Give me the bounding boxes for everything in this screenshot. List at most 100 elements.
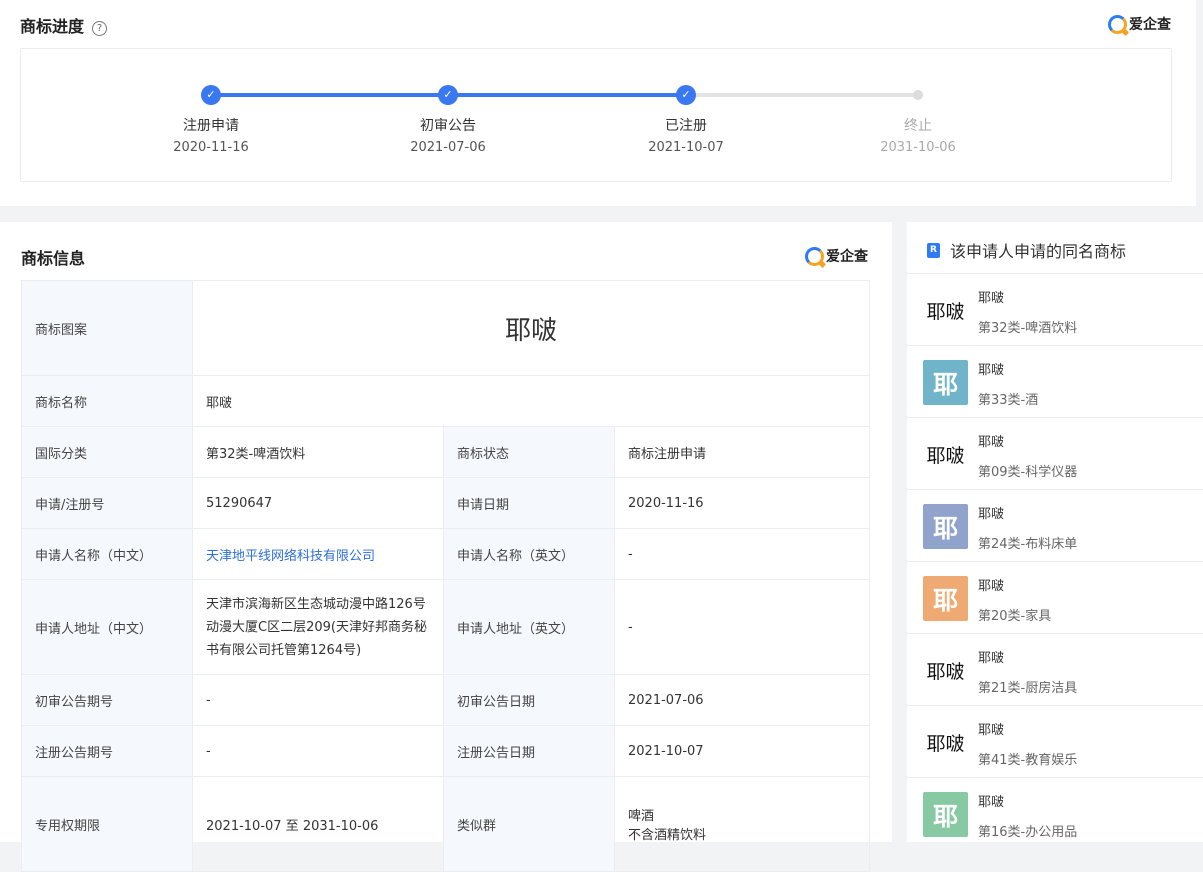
aiqicha-logo-info[interactable]: 爱企查 [805,246,868,266]
trademark-thumbnail: 耶 [923,576,968,621]
trademark-progress-panel: 商标进度? 爱企查 ✓ 注册申请 2020-11-16 ✓ 初审公告 2021-07-06… [0,0,1196,206]
side-title: R 该申请人申请的同名商标 [927,238,1126,262]
trademark-thumbnail: 耶啵 [923,432,968,477]
address-cn-label: 申请人地址（中文） [21,579,193,675]
prelim-date-value: 2021-07-06 [613,674,871,726]
timeline-node-2: ✓ [676,85,696,105]
timeline-line-pending [686,93,918,97]
timeline-step-label: 已注册 [665,118,707,134]
timeline-node-0: ✓ [201,85,221,105]
info-title: 商标信息 [21,249,86,268]
applicant-cn-label: 申请人名称（中文） [21,528,193,580]
timeline-step-label: 终止 [904,118,932,134]
timeline-node-3 [913,90,923,100]
prelim-no-label: 初审公告期号 [21,674,193,726]
similar-value-2: 不含酒精饮料 [628,828,707,843]
list-item[interactable]: 耶啵 耶啵 第41类-教育娱乐 [907,705,1203,777]
list-item[interactable]: 耶耶啵 第33类-酒 [907,345,1203,417]
table-row: 申请人名称（中文） 天津地平线网络科技有限公司 申请人名称（英文） - [21,528,871,580]
applicant-en-label: 申请人名称（英文） [443,528,615,580]
name-value: 耶啵 [191,375,871,427]
applicant-en-value: - [613,528,871,580]
timeline-step-label: 注册申请 [183,118,239,134]
regno-value: 51290647 [192,477,444,529]
same-name-trademark-list: 耶啵 耶啵 第32类-啤酒饮料耶耶啵 第33类-酒 耶啵 耶啵 第09类-科学仪器耶耶啵 第2… [907,273,1203,849]
status-label: 商标状态 [443,426,615,478]
aiqicha-brand-text: 爱企查 [1129,17,1171,33]
aiqicha-logo[interactable]: 爱企查 [1108,14,1171,34]
progress-timeline: ✓ 注册申请 2020-11-16 ✓ 初审公告 2021-07-06 ✓ 已注册 2021-1… [20,48,1172,182]
term-label: 专用权期限 [21,776,193,872]
reg-no-label: 注册公告期号 [21,725,193,777]
side-title-text: 该申请人申请的同名商标 [950,242,1127,261]
table-row: 专用权期限 2021-10-07 至 2031-10-06 类似群 啤酒 不含酒… [21,776,871,872]
regno-label: 申请/注册号 [21,477,193,529]
status-value: 商标注册申请 [613,426,871,478]
trademark-name: 耶啵 [978,291,1005,306]
trademark-name: 耶啵 [978,507,1005,522]
table-row: 商标名称 耶啵 [21,375,871,427]
applicant-cn-cell: 天津地平线网络科技有限公司 [192,528,444,580]
trademark-class: 第20类-家具 [978,609,1052,624]
trademark-class: 第24类-布料床单 [978,537,1078,552]
trademark-class: 第32类-啤酒饮料 [978,321,1078,336]
timeline-step-date: 2031-10-06 [880,140,956,155]
registered-icon: R [927,242,940,258]
trademark-name: 耶啵 [978,795,1005,810]
address-en-value: - [613,579,871,675]
appdate-value: 2020-11-16 [613,477,871,529]
trademark-thumbnail: 耶啵 [923,288,968,333]
timeline-step-date: 2020-11-16 [173,140,249,155]
class-label: 国际分类 [21,426,193,478]
trademark-class: 第41类-教育娱乐 [978,753,1078,768]
table-row: 初审公告期号 - 初审公告日期 2021-07-06 [21,674,871,726]
aiqicha-brand-text: 爱企查 [826,249,868,265]
appdate-label: 申请日期 [443,477,615,529]
aiqicha-q-icon [1108,14,1127,34]
trademark-name: 耶啵 [978,723,1005,738]
prelim-no-value: - [192,674,444,726]
trademark-thumbnail: 耶 [923,504,968,549]
list-item[interactable]: 耶耶啵第20类-家具 [907,561,1203,633]
trademark-class: 第09类-科学仪器 [978,465,1078,480]
similar-value-1: 啤酒 [628,809,655,824]
progress-title-text: 商标进度 [20,17,85,36]
reg-no-value: - [192,725,444,777]
table-row: 申请人地址（中文） 天津市滨海新区生态城动漫中路126号动漫大厦C区二层209(… [21,579,871,675]
list-item[interactable]: 耶耶啵第16类-办公用品 [907,777,1203,849]
table-row: 申请/注册号 51290647 申请日期 2020-11-16 [21,477,871,529]
similar-label: 类似群 [443,776,615,872]
trademark-thumbnail: 耶 [923,792,968,837]
timeline-step-label: 初审公告 [420,118,476,134]
same-name-trademarks-panel: R 该申请人申请的同名商标 耶啵 耶啵 第32类-啤酒饮料耶耶啵 第33类-酒 耶啵 耶啵… [907,222,1203,842]
trademark-image: 耶啵 [191,280,871,376]
trademark-class: 第16类-办公用品 [978,825,1078,840]
help-icon[interactable]: ? [92,21,108,36]
list-item[interactable]: 耶啵 耶啵 第09类-科学仪器 [907,417,1203,489]
class-value: 第32类-啤酒饮料 [192,426,444,478]
timeline-node-1: ✓ [438,85,458,105]
progress-title: 商标进度? [20,13,108,37]
trademark-class: 第33类-酒 [978,393,1039,408]
address-cn-value: 天津市滨海新区生态城动漫中路126号动漫大厦C区二层209(天津好邦商务秘书有限… [192,579,444,675]
trademark-class: 第21类-厨房洁具 [978,681,1078,696]
table-row: 国际分类 第32类-啤酒饮料 商标状态 商标注册申请 [21,426,871,478]
applicant-company-link[interactable]: 天津地平线网络科技有限公司 [206,549,375,564]
address-en-label: 申请人地址（英文） [443,579,615,675]
list-item[interactable]: 耶啵 耶啵 第21类-厨房洁具 [907,633,1203,705]
trademark-name: 耶啵 [978,435,1005,450]
prelim-date-label: 初审公告日期 [443,674,615,726]
reg-date-value: 2021-10-07 [613,725,871,777]
list-item[interactable]: 耶啵 耶啵 第32类-啤酒饮料 [907,273,1203,345]
trademark-thumbnail: 耶 [923,360,968,405]
trademark-info-table: 商标图案 耶啵 商标名称 耶啵 国际分类 第32类-啤酒饮料 商标状态 商标注册… [21,280,871,872]
reg-date-label: 注册公告日期 [443,725,615,777]
trademark-name: 耶啵 [978,651,1005,666]
timeline-step-date: 2021-07-06 [410,140,486,155]
trademark-name: 耶啵 [978,579,1005,594]
list-item[interactable]: 耶耶啵第24类-布料床单 [907,489,1203,561]
trademark-thumbnail: 耶啵 [923,648,968,693]
trademark-thumbnail: 耶啵 [923,720,968,765]
table-row: 商标图案 耶啵 [21,280,871,376]
name-label: 商标名称 [21,375,193,427]
